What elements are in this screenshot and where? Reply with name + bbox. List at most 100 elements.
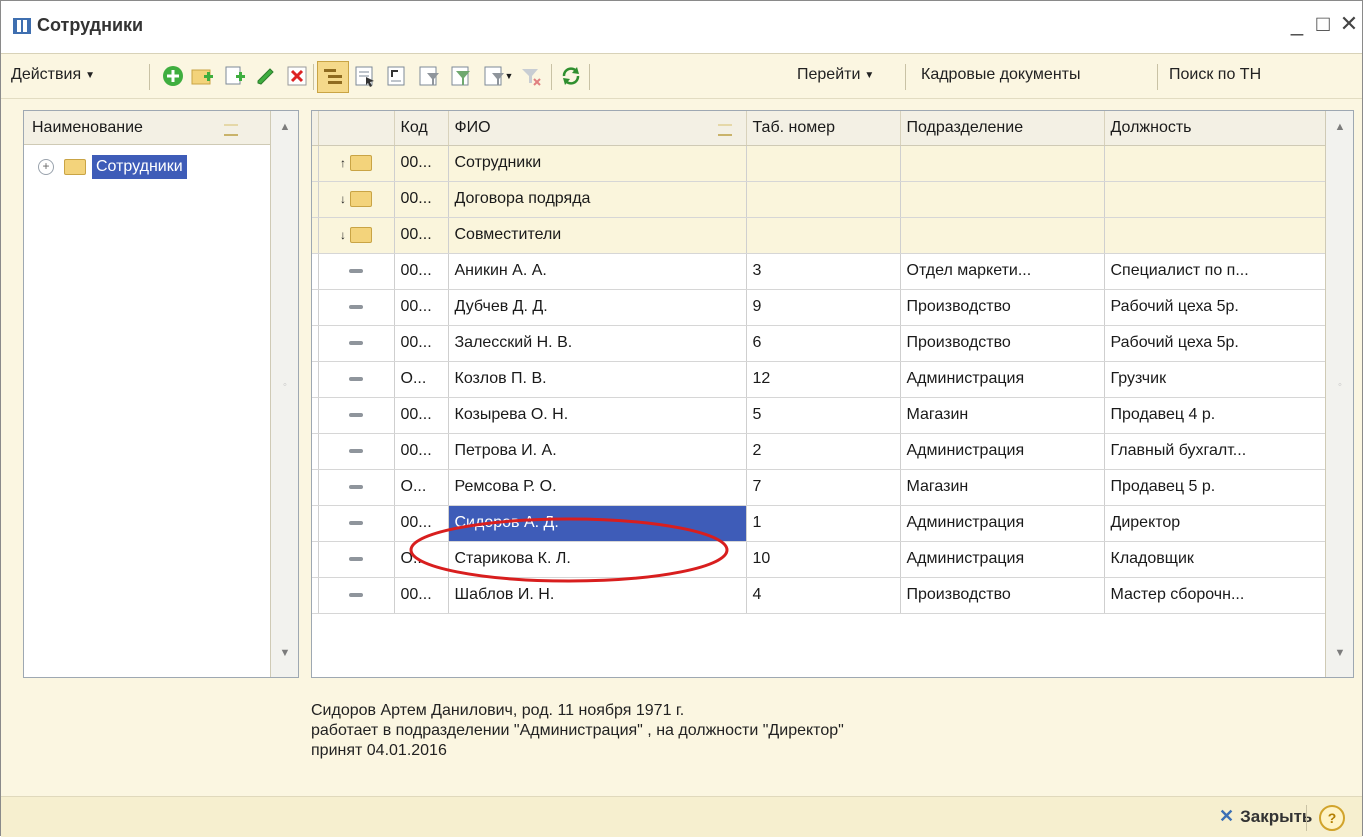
- cell-tab-number[interactable]: 7: [746, 469, 901, 506]
- cell-tab-number[interactable]: 5: [746, 397, 901, 434]
- help-button[interactable]: ?: [1319, 805, 1345, 831]
- actions-menu-button[interactable]: Действия ▼: [11, 60, 95, 90]
- cell-fio[interactable]: Договора подряда: [448, 181, 747, 218]
- cell-code[interactable]: 00...: [394, 325, 449, 362]
- cell-position[interactable]: [1104, 181, 1326, 218]
- cell-code[interactable]: 00...: [394, 397, 449, 434]
- cell-tab-number[interactable]: 12: [746, 361, 901, 398]
- cell-tab-number[interactable]: 4: [746, 577, 901, 614]
- hr-documents-button[interactable]: Кадровые документы: [921, 60, 1081, 90]
- cell-position[interactable]: Специалист по п...: [1104, 253, 1326, 290]
- cell-department[interactable]: Производство: [900, 577, 1105, 614]
- cell-tab-number[interactable]: 2: [746, 433, 901, 470]
- cell-department[interactable]: Администрация: [900, 541, 1105, 578]
- scroll-down-icon[interactable]: ▼: [1326, 647, 1354, 659]
- maximize-button[interactable]: □: [1311, 11, 1335, 37]
- edit-button[interactable]: [253, 64, 277, 88]
- refresh-button[interactable]: [559, 64, 583, 88]
- filter-by-value-button[interactable]: [417, 64, 441, 88]
- filter-history-button[interactable]: ▼: [481, 64, 515, 88]
- scroll-down-icon[interactable]: ▼: [271, 647, 299, 659]
- copy-button[interactable]: [223, 64, 247, 88]
- cell-position[interactable]: [1104, 145, 1326, 182]
- cell-code[interactable]: 00...: [394, 253, 449, 290]
- move-to-group-button[interactable]: [385, 64, 409, 88]
- column-header-tab-number[interactable]: Таб. номер: [746, 111, 901, 146]
- cell-position[interactable]: Главный бухгалт...: [1104, 433, 1326, 470]
- cell-position[interactable]: Грузчик: [1104, 361, 1326, 398]
- cell-code[interactable]: О...: [394, 361, 449, 398]
- cell-fio[interactable]: Совместители: [448, 217, 747, 254]
- cell-fio[interactable]: Петрова И. А.: [448, 433, 747, 470]
- cell-tab-number[interactable]: 3: [746, 253, 901, 290]
- cell-position[interactable]: Продавец 4 р.: [1104, 397, 1326, 434]
- table-row[interactable]: О... Козлов П. В. 12 Администрация Грузчик: [312, 361, 1326, 398]
- cell-tab-number[interactable]: [746, 181, 901, 218]
- cell-department[interactable]: Магазин: [900, 469, 1105, 506]
- cell-tab-number[interactable]: 1: [746, 505, 901, 542]
- cell-position[interactable]: Рабочий цеха 5р.: [1104, 325, 1326, 362]
- table-row[interactable]: 00... Петрова И. А. 2 Администрация Главный …: [312, 433, 1326, 470]
- select-from-list-button[interactable]: [353, 64, 377, 88]
- cell-fio[interactable]: Ремсова Р. О.: [448, 469, 747, 506]
- cell-department[interactable]: Производство: [900, 289, 1105, 326]
- cell-fio[interactable]: Дубчев Д. Д.: [448, 289, 747, 326]
- cell-department[interactable]: [900, 217, 1105, 254]
- add-button[interactable]: [161, 64, 185, 88]
- cell-code[interactable]: О...: [394, 469, 449, 506]
- grid-scrollbar[interactable]: ▲ ◦ ▼: [1325, 111, 1353, 677]
- group-row[interactable]: ↓ 00... Совместители: [312, 217, 1326, 254]
- add-group-button[interactable]: [191, 64, 215, 88]
- tree-header[interactable]: Наименование: [24, 111, 270, 145]
- cell-fio[interactable]: Залесский Н. В.: [448, 325, 747, 362]
- cell-department[interactable]: [900, 181, 1105, 218]
- cell-department[interactable]: Администрация: [900, 505, 1105, 542]
- clear-filter-button[interactable]: [519, 64, 543, 88]
- cell-code[interactable]: 00...: [394, 145, 449, 182]
- close-button[interactable]: ✕ Закрыть: [1219, 806, 1312, 827]
- cell-position[interactable]: Кладовщик: [1104, 541, 1326, 578]
- cell-code[interactable]: 00...: [394, 289, 449, 326]
- cell-tab-number[interactable]: 9: [746, 289, 901, 326]
- hierarchy-mode-button[interactable]: [317, 61, 349, 93]
- table-row[interactable]: 00... Козырева О. Н. 5 Магазин Продавец 4 р.: [312, 397, 1326, 434]
- close-window-button[interactable]: ✕: [1337, 11, 1361, 37]
- cell-tab-number[interactable]: 10: [746, 541, 901, 578]
- table-row[interactable]: О... Ремсова Р. О. 7 Магазин Продавец 5 р.: [312, 469, 1326, 506]
- cell-department[interactable]: Администрация: [900, 433, 1105, 470]
- scroll-thumb-icon[interactable]: ◦: [1326, 379, 1354, 391]
- tree-root-item[interactable]: + Сотрудники: [38, 155, 187, 179]
- scroll-up-icon[interactable]: ▲: [271, 121, 299, 133]
- cell-position[interactable]: Продавец 5 р.: [1104, 469, 1326, 506]
- column-header-fio[interactable]: ФИО: [448, 111, 747, 146]
- table-row[interactable]: 00... Дубчев Д. Д. 9 Производство Рабочий це…: [312, 289, 1326, 326]
- cell-department[interactable]: Администрация: [900, 361, 1105, 398]
- cell-tab-number[interactable]: 6: [746, 325, 901, 362]
- cell-code[interactable]: 00...: [394, 433, 449, 470]
- column-header-department[interactable]: Подразделение: [900, 111, 1105, 146]
- cell-position[interactable]: Рабочий цеха 5р.: [1104, 289, 1326, 326]
- table-row[interactable]: 00... Залесский Н. В. 6 Производство Рабочий…: [312, 325, 1326, 362]
- cell-tab-number[interactable]: [746, 145, 901, 182]
- column-header-position[interactable]: Должность: [1104, 111, 1326, 146]
- cell-fio[interactable]: Аникин А. А.: [448, 253, 747, 290]
- group-row[interactable]: ↓ 00... Договора подряда: [312, 181, 1326, 218]
- cell-department[interactable]: [900, 145, 1105, 182]
- cell-position[interactable]: Мастер сборочн...: [1104, 577, 1326, 614]
- goto-menu-button[interactable]: Перейти ▼: [797, 60, 874, 90]
- group-row[interactable]: ↑ 00... Сотрудники: [312, 145, 1326, 182]
- cell-fio[interactable]: Козырева О. Н.: [448, 397, 747, 434]
- filter-button[interactable]: [449, 64, 473, 88]
- search-by-tn-button[interactable]: Поиск по ТН: [1169, 60, 1261, 90]
- cell-department[interactable]: Магазин: [900, 397, 1105, 434]
- scroll-thumb-icon[interactable]: ◦: [271, 379, 299, 391]
- cell-code[interactable]: 00...: [394, 217, 449, 254]
- cell-code[interactable]: 00...: [394, 181, 449, 218]
- cell-department[interactable]: Производство: [900, 325, 1105, 362]
- cell-position[interactable]: Директор: [1104, 505, 1326, 542]
- minimize-button[interactable]: _: [1285, 11, 1309, 37]
- cell-fio[interactable]: Сотрудники: [448, 145, 747, 182]
- cell-position[interactable]: [1104, 217, 1326, 254]
- cell-department[interactable]: Отдел маркети...: [900, 253, 1105, 290]
- scroll-up-icon[interactable]: ▲: [1326, 121, 1354, 133]
